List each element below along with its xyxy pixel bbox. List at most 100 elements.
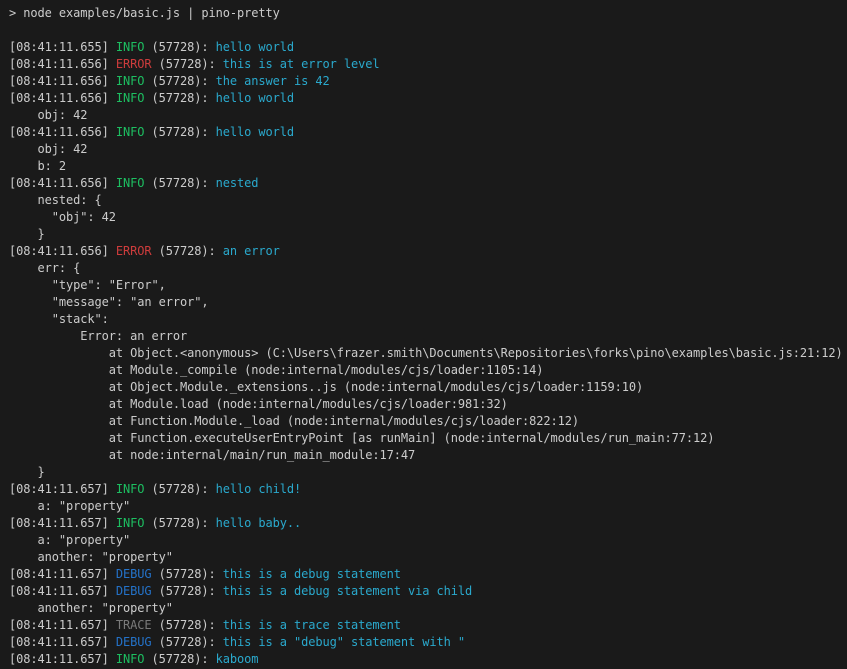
terminal-text-span: TRACE [116, 618, 152, 632]
terminal-text-span: another: "property" [9, 601, 173, 615]
terminal-text-span: at Module.load (node:internal/modules/cj… [9, 397, 508, 411]
terminal-text-span: ERROR [116, 57, 152, 71]
terminal-text-span: [08:41:11.655] [9, 40, 116, 54]
terminal-text-span: [08:41:11.657] [9, 516, 116, 530]
terminal-line: at Object.<anonymous> (C:\Users\frazer.s… [9, 345, 847, 362]
terminal-text-span: kaboom [216, 652, 259, 666]
terminal-text-span: (57728): [144, 652, 215, 666]
terminal-text-span: obj: 42 [9, 108, 87, 122]
terminal-text-span: this is a debug statement via child [223, 584, 472, 598]
terminal-line: b: 2 [9, 158, 847, 175]
terminal-text-span: the answer is 42 [216, 74, 330, 88]
terminal-text-span: [08:41:11.657] [9, 482, 116, 496]
terminal-line: [08:41:11.657] INFO (57728): kaboom [9, 651, 847, 668]
terminal-text-span: at Module._compile (node:internal/module… [9, 363, 543, 377]
terminal-line: [08:41:11.656] INFO (57728): nested [9, 175, 847, 192]
terminal-text-span: "obj": 42 [9, 210, 116, 224]
terminal-line: Error: an error [9, 328, 847, 345]
terminal-text-span: (57728): [144, 176, 215, 190]
terminal-text-span: DEBUG [116, 635, 152, 649]
terminal-line: [08:41:11.655] INFO (57728): hello world [9, 39, 847, 56]
terminal-text-span: INFO [116, 516, 145, 530]
terminal-text-span: INFO [116, 40, 145, 54]
terminal-text-span: at Function.executeUserEntryPoint [as ru… [9, 431, 714, 445]
terminal-line: [08:41:11.657] DEBUG (57728): this is a … [9, 634, 847, 651]
terminal-text-span: "type": "Error", [9, 278, 166, 292]
terminal-text-span: this is at error level [223, 57, 380, 71]
terminal-text-span: hello world [216, 40, 294, 54]
terminal-text-span: INFO [116, 91, 145, 105]
terminal-line: obj: 42 [9, 141, 847, 158]
terminal-line: a: "property" [9, 498, 847, 515]
terminal-text-span: hello world [216, 125, 294, 139]
terminal-text-span: (57728): [144, 516, 215, 530]
terminal-text-span: "message": "an error", [9, 295, 209, 309]
terminal-text-span: INFO [116, 652, 145, 666]
terminal-text-span: this is a trace statement [223, 618, 401, 632]
terminal-text-span: [08:41:11.656] [9, 244, 116, 258]
terminal-line [9, 22, 847, 39]
terminal-text-span: [08:41:11.656] [9, 91, 116, 105]
terminal-text-span: } [9, 465, 45, 479]
terminal-line: } [9, 226, 847, 243]
terminal-text-span: a: "property" [9, 533, 130, 547]
terminal-line: at Object.Module._extensions..js (node:i… [9, 379, 847, 396]
terminal-line: [08:41:11.657] INFO (57728): hello baby.… [9, 515, 847, 532]
terminal-text-span: hello world [216, 91, 294, 105]
terminal-text-span: nested [216, 176, 259, 190]
terminal-text-span: (57728): [152, 244, 223, 258]
terminal-output[interactable]: > node examples/basic.js | pino-pretty[0… [0, 0, 847, 669]
terminal-text-span: another: "property" [9, 550, 173, 564]
terminal-line: [08:41:11.657] DEBUG (57728): this is a … [9, 566, 847, 583]
terminal-text-span: [08:41:11.656] [9, 125, 116, 139]
terminal-text-span: INFO [116, 482, 145, 496]
terminal-line: "message": "an error", [9, 294, 847, 311]
terminal-text-span: this is a "debug" statement with " [223, 635, 465, 649]
terminal-text-span: a: "property" [9, 499, 130, 513]
terminal-line: [08:41:11.656] INFO (57728): the answer … [9, 73, 847, 90]
terminal-text-span: Error: an error [9, 329, 187, 343]
terminal-text-span: hello baby.. [216, 516, 302, 530]
terminal-line: at Function.Module._load (node:internal/… [9, 413, 847, 430]
terminal-text-span: (57728): [152, 635, 223, 649]
terminal-line: obj: 42 [9, 107, 847, 124]
terminal-text-span: an error [223, 244, 280, 258]
terminal-line: "stack": [9, 311, 847, 328]
terminal-text-span: obj: 42 [9, 142, 87, 156]
terminal-text-span: at Object.Module._extensions..js (node:i… [9, 380, 643, 394]
terminal-text-span: at node:internal/main/run_main_module:17… [9, 448, 415, 462]
terminal-line: } [9, 464, 847, 481]
terminal-text-span: (57728): [152, 584, 223, 598]
terminal-line: at node:internal/main/run_main_module:17… [9, 447, 847, 464]
terminal-text-span: INFO [116, 176, 145, 190]
terminal-line: a: "property" [9, 532, 847, 549]
terminal-line: another: "property" [9, 549, 847, 566]
terminal-text-span: (57728): [144, 91, 215, 105]
terminal-line: at Module._compile (node:internal/module… [9, 362, 847, 379]
terminal-text-span: at Function.Module._load (node:internal/… [9, 414, 579, 428]
terminal-text-span: ERROR [116, 244, 152, 258]
terminal-text-span: (57728): [144, 74, 215, 88]
terminal-text-span: [08:41:11.657] [9, 618, 116, 632]
terminal-text-span: INFO [116, 125, 145, 139]
terminal-text-span: [08:41:11.656] [9, 74, 116, 88]
terminal-text-span: [08:41:11.657] [9, 652, 116, 666]
terminal-text-span: err: { [9, 261, 80, 275]
terminal-text-span: DEBUG [116, 567, 152, 581]
terminal-text-span: (57728): [144, 482, 215, 496]
terminal-line: "type": "Error", [9, 277, 847, 294]
terminal-text-span: INFO [116, 74, 145, 88]
terminal-text-span: [08:41:11.657] [9, 567, 116, 581]
terminal-line: another: "property" [9, 600, 847, 617]
terminal-text-span: hello child! [216, 482, 302, 496]
terminal-line: [08:41:11.656] INFO (57728): hello world [9, 124, 847, 141]
terminal-text-span: at Object.<anonymous> (C:\Users\frazer.s… [9, 346, 843, 360]
terminal-text-span: this is a debug statement [223, 567, 401, 581]
terminal-line: "obj": 42 [9, 209, 847, 226]
terminal-text-span: (57728): [152, 567, 223, 581]
terminal-text-span: b: 2 [9, 159, 66, 173]
terminal-line: at Function.executeUserEntryPoint [as ru… [9, 430, 847, 447]
terminal-text-span: (57728): [144, 40, 215, 54]
terminal-text-span: } [9, 227, 45, 241]
terminal-line: [08:41:11.656] ERROR (57728): this is at… [9, 56, 847, 73]
